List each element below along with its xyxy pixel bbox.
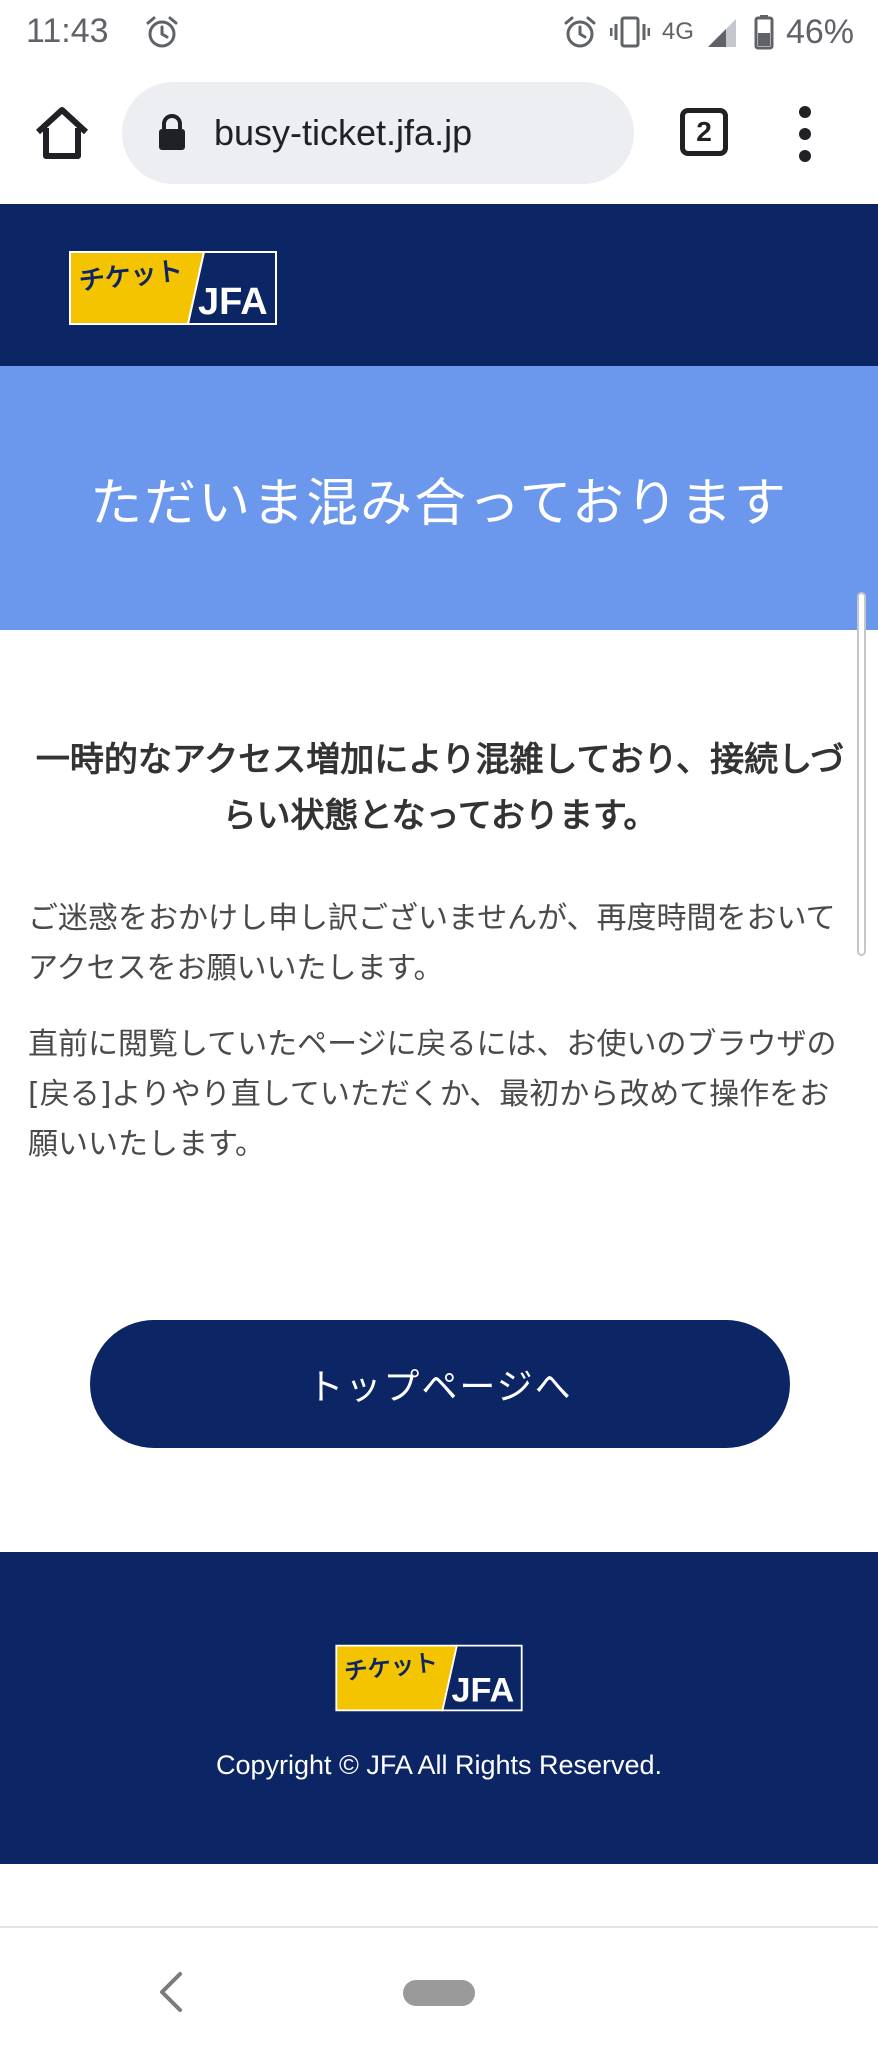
browser-toolbar: busy-ticket.jfa.jp 2 [0, 64, 878, 204]
back-instruction-paragraph: 直前に閲覧していたページに戻るには、お使いのブラウザの[戻る]よりやり直していた… [28, 1027, 837, 1162]
top-page-button[interactable]: トップページへ [90, 1320, 790, 1448]
battery-percent: 46% [785, 12, 854, 51]
battery-icon [754, 15, 774, 50]
system-nav-bar [0, 1926, 878, 2048]
apology-paragraph: ご迷惑をおかけし申し訳ございませんが、再度時間をおいてアクセスをお願いいたします… [28, 901, 836, 986]
url-bar[interactable]: busy-ticket.jfa.jp [122, 82, 634, 184]
vibrate-icon [609, 16, 650, 48]
lock-icon [159, 114, 185, 150]
tab-switcher-button[interactable]: 2 [680, 108, 728, 156]
status-icons: 4G 46% [562, 12, 854, 52]
home-pill-button[interactable] [403, 1980, 475, 2006]
ticket-jfa-logo[interactable]: チケット JFA [68, 248, 278, 328]
footer-logo[interactable]: チケット JFA [334, 1642, 524, 1714]
overflow-menu-icon[interactable] [790, 106, 820, 162]
lead-message: 一時的なアクセス増加により混雑しており、接続しづらい状態となっております。 [35, 740, 845, 836]
signal-icon [707, 19, 736, 47]
svg-text:JFA: JFA [198, 281, 268, 323]
url-text[interactable]: busy-ticket.jfa.jp [214, 112, 472, 154]
network-type: 4G [661, 18, 694, 45]
page-title: ただいま混み合っております [90, 473, 788, 534]
copyright-text: Copyright © JFA All Rights Reserved. [215, 1750, 663, 1780]
home-icon[interactable] [30, 102, 94, 166]
svg-text:JFA: JFA [452, 1671, 515, 1709]
status-time: 11:43 [26, 12, 109, 50]
scrollbar-thumb[interactable] [857, 592, 866, 956]
alarm-icon [146, 16, 178, 48]
site-footer: チケット JFA Copyright © JFA All Rights Rese… [0, 1552, 878, 1864]
hero-banner: ただいま混み合っております [0, 366, 878, 630]
site-header: チケット JFA [0, 204, 878, 366]
alarm-icon [564, 16, 596, 48]
status-bar: 11:43 4G 46% [0, 0, 878, 64]
back-chevron-icon[interactable] [156, 1970, 186, 2014]
